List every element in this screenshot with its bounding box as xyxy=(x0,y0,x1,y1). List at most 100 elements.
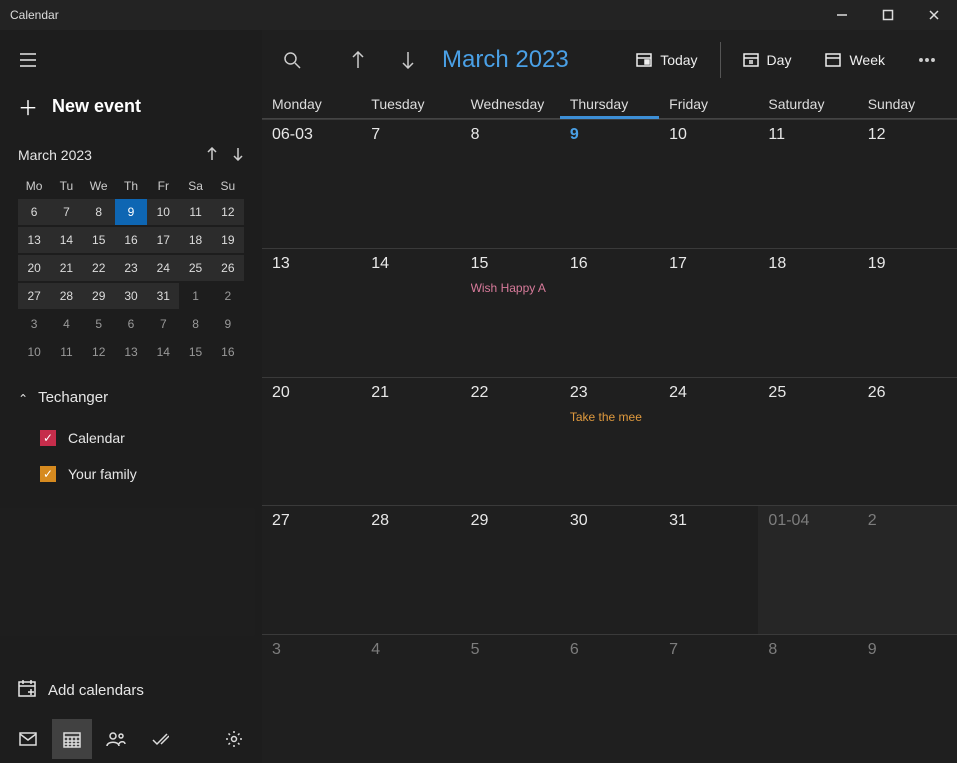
checkbox-icon[interactable]: ✓ xyxy=(40,466,56,482)
mini-cal-day[interactable]: 10 xyxy=(147,199,179,225)
mini-cal-day[interactable]: 18 xyxy=(179,227,211,253)
day-cell[interactable]: 16 xyxy=(560,248,659,377)
todo-button[interactable] xyxy=(140,719,180,759)
mini-cal-day[interactable]: 6 xyxy=(18,199,50,225)
day-cell[interactable]: 30 xyxy=(560,505,659,634)
day-cell[interactable]: 8 xyxy=(461,119,560,248)
mini-cal-prev[interactable] xyxy=(206,147,218,164)
mini-cal-day[interactable]: 7 xyxy=(147,311,179,337)
day-cell[interactable]: 12 xyxy=(858,119,957,248)
mini-cal-day[interactable]: 8 xyxy=(179,311,211,337)
day-cell[interactable]: 13 xyxy=(262,248,361,377)
mini-cal-day[interactable]: 10 xyxy=(18,339,50,365)
mini-cal-day[interactable]: 11 xyxy=(179,199,211,225)
mini-cal-day[interactable]: 16 xyxy=(115,227,147,253)
day-cell[interactable]: 9 xyxy=(560,119,659,248)
day-cell[interactable]: 31 xyxy=(659,505,758,634)
prev-button[interactable] xyxy=(336,38,380,82)
day-cell[interactable]: 5 xyxy=(461,634,560,763)
day-cell[interactable]: 26 xyxy=(858,377,957,506)
mini-cal-day[interactable]: 22 xyxy=(83,255,115,281)
mini-cal-day[interactable]: 1 xyxy=(179,283,211,309)
search-button[interactable] xyxy=(270,38,314,82)
day-cell[interactable]: 8 xyxy=(758,634,857,763)
settings-button[interactable] xyxy=(214,719,254,759)
new-event-button[interactable]: ＋ New event xyxy=(0,80,262,133)
mini-cal-day[interactable]: 15 xyxy=(179,339,211,365)
day-cell[interactable]: 17 xyxy=(659,248,758,377)
day-cell[interactable]: 20 xyxy=(262,377,361,506)
next-button[interactable] xyxy=(386,38,430,82)
day-cell[interactable]: 01-04 xyxy=(758,505,857,634)
day-cell[interactable]: 27 xyxy=(262,505,361,634)
mini-cal-day[interactable]: 16 xyxy=(212,339,244,365)
day-cell[interactable]: 14 xyxy=(361,248,460,377)
day-cell[interactable]: 7 xyxy=(659,634,758,763)
day-cell[interactable]: 15Wish Happy A xyxy=(461,248,560,377)
mini-cal-day[interactable]: 9 xyxy=(115,199,147,225)
mini-cal-day[interactable]: 17 xyxy=(147,227,179,253)
day-view-button[interactable]: Day xyxy=(729,38,806,82)
mini-cal-day[interactable]: 26 xyxy=(212,255,244,281)
day-cell[interactable]: 23Take the mee xyxy=(560,377,659,506)
day-cell[interactable]: 9 xyxy=(858,634,957,763)
mini-cal-day[interactable]: 14 xyxy=(50,227,82,253)
mini-cal-day[interactable]: 28 xyxy=(50,283,82,309)
day-cell[interactable]: 4 xyxy=(361,634,460,763)
toolbar-title[interactable]: March 2023 xyxy=(442,46,569,74)
calendar-button[interactable] xyxy=(52,719,92,759)
mini-cal-day[interactable]: 24 xyxy=(147,255,179,281)
day-cell[interactable]: 10 xyxy=(659,119,758,248)
day-cell[interactable]: 21 xyxy=(361,377,460,506)
mini-cal-day[interactable]: 12 xyxy=(83,339,115,365)
checkbox-icon[interactable]: ✓ xyxy=(40,430,56,446)
event-item[interactable]: Wish Happy A xyxy=(471,281,560,295)
mini-cal-day[interactable]: 11 xyxy=(50,339,82,365)
day-cell[interactable]: 2 xyxy=(858,505,957,634)
add-calendars-button[interactable]: Add calendars xyxy=(0,665,262,715)
day-cell[interactable]: 24 xyxy=(659,377,758,506)
hamburger-button[interactable] xyxy=(8,40,48,80)
calendar-item[interactable]: ✓Calendar xyxy=(0,420,262,456)
mini-cal-day[interactable]: 27 xyxy=(18,283,50,309)
mini-cal-day[interactable]: 6 xyxy=(115,311,147,337)
day-cell[interactable]: 7 xyxy=(361,119,460,248)
mini-cal-day[interactable]: 2 xyxy=(212,283,244,309)
today-button[interactable]: Today xyxy=(622,38,711,82)
mini-cal-day[interactable]: 30 xyxy=(115,283,147,309)
mini-cal-day[interactable]: 25 xyxy=(179,255,211,281)
mini-cal-day[interactable]: 3 xyxy=(18,311,50,337)
mini-cal-day[interactable]: 23 xyxy=(115,255,147,281)
week-view-button[interactable]: Week xyxy=(811,38,899,82)
day-cell[interactable]: 06-03 xyxy=(262,119,361,248)
day-cell[interactable]: 6 xyxy=(560,634,659,763)
more-button[interactable] xyxy=(905,38,949,82)
day-cell[interactable]: 3 xyxy=(262,634,361,763)
day-cell[interactable]: 11 xyxy=(758,119,857,248)
day-cell[interactable]: 25 xyxy=(758,377,857,506)
mail-button[interactable] xyxy=(8,719,48,759)
event-item[interactable]: Take the mee xyxy=(570,410,659,424)
mini-cal-day[interactable]: 13 xyxy=(18,227,50,253)
mini-cal-day[interactable]: 20 xyxy=(18,255,50,281)
mini-cal-day[interactable]: 8 xyxy=(83,199,115,225)
mini-cal-day[interactable]: 19 xyxy=(212,227,244,253)
mini-cal-day[interactable]: 9 xyxy=(212,311,244,337)
calendar-item[interactable]: ✓Your family xyxy=(0,456,262,492)
day-cell[interactable]: 19 xyxy=(858,248,957,377)
mini-cal-day[interactable]: 7 xyxy=(50,199,82,225)
account-toggle[interactable]: ⌄ Techanger xyxy=(0,375,262,420)
mini-cal-day[interactable]: 31 xyxy=(147,283,179,309)
mini-cal-day[interactable]: 12 xyxy=(212,199,244,225)
people-button[interactable] xyxy=(96,719,136,759)
day-cell[interactable]: 29 xyxy=(461,505,560,634)
mini-cal-day[interactable]: 15 xyxy=(83,227,115,253)
maximize-button[interactable] xyxy=(865,0,911,30)
mini-cal-day[interactable]: 21 xyxy=(50,255,82,281)
mini-cal-day[interactable]: 29 xyxy=(83,283,115,309)
mini-cal-day[interactable]: 13 xyxy=(115,339,147,365)
mini-cal-day[interactable]: 5 xyxy=(83,311,115,337)
day-cell[interactable]: 22 xyxy=(461,377,560,506)
minimize-button[interactable] xyxy=(819,0,865,30)
close-button[interactable] xyxy=(911,0,957,30)
